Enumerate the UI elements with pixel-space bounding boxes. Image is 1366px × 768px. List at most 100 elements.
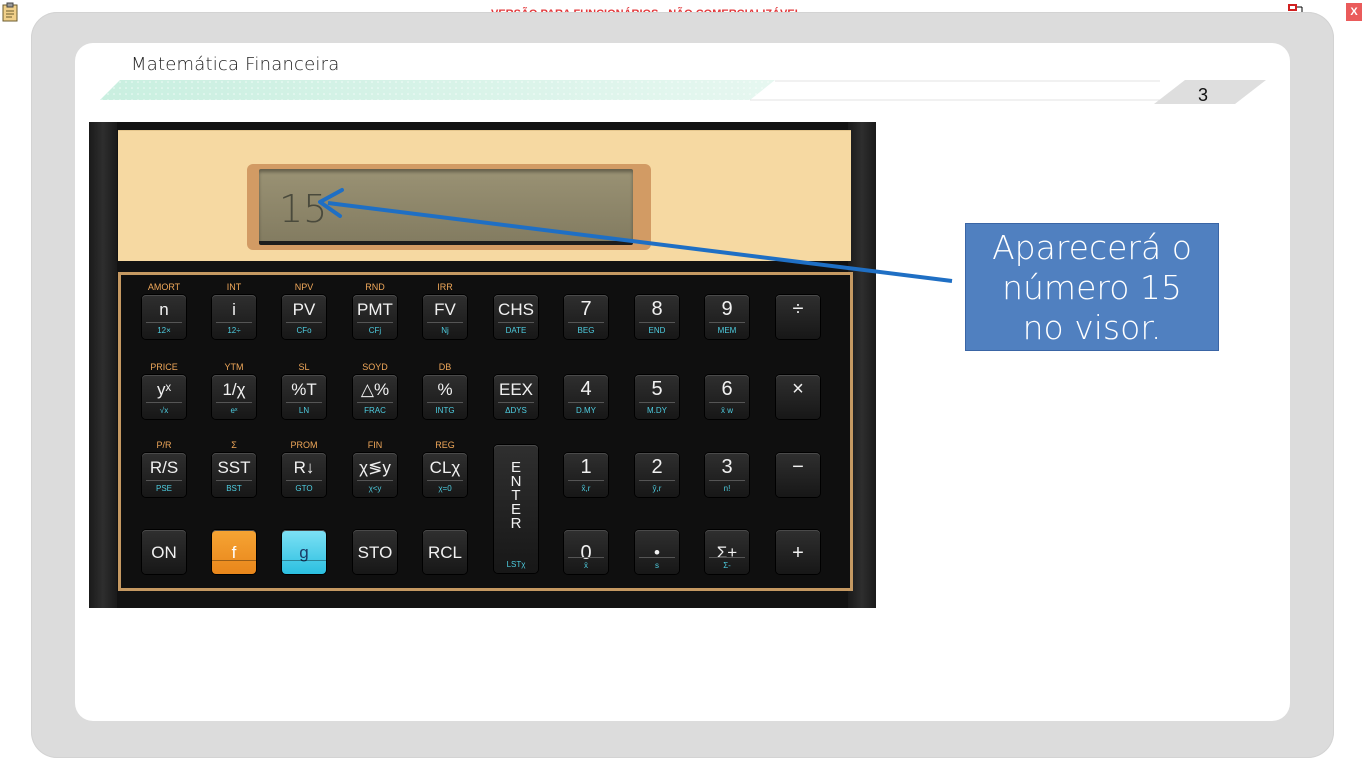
key-fv-divider xyxy=(427,322,463,323)
key-reciprocal-blue-label: eˣ xyxy=(230,406,238,415)
calculator-display: 15 xyxy=(259,169,633,245)
key-f[interactable]: f xyxy=(212,530,256,574)
key-chs-divider xyxy=(498,322,534,323)
key-delta-percent[interactable]: △% FRAC xyxy=(353,375,397,419)
key-subtract[interactable]: − xyxy=(776,453,820,497)
key-i-gold-label: INT xyxy=(226,282,242,292)
key-i-blue-label: 12÷ xyxy=(227,326,241,335)
key-9-label: 9 xyxy=(721,298,733,320)
key-8[interactable]: 8 END xyxy=(635,295,679,339)
key-percent-divider xyxy=(427,402,463,403)
key-8-blue-label: END xyxy=(648,326,666,335)
key-sst[interactable]: SST BST xyxy=(212,453,256,497)
key-add[interactable]: + xyxy=(776,530,820,574)
key-pmt-divider xyxy=(357,322,393,323)
key-add-label: + xyxy=(792,542,804,564)
key-n-blue-label: 12× xyxy=(157,326,171,335)
key-pv-blue-label: CFo xyxy=(296,326,312,335)
key-4[interactable]: 4 D.MY xyxy=(564,375,608,419)
key-sto[interactable]: STO xyxy=(353,530,397,574)
key-n[interactable]: n 12× xyxy=(142,295,186,339)
key-0-divider xyxy=(568,557,604,558)
key-percent[interactable]: % INTG xyxy=(423,375,467,419)
key-roll-down-divider xyxy=(286,480,322,481)
key-percent-total-divider xyxy=(286,402,322,403)
key-9[interactable]: 9 MEM xyxy=(705,295,749,339)
title-stripe xyxy=(100,80,1266,104)
key-multiply[interactable]: × xyxy=(776,375,820,419)
key-percent-total-label: %T xyxy=(291,380,317,399)
key-4-blue-label: D.MY xyxy=(576,406,596,415)
key-reciprocal-gold-label: YTM xyxy=(224,362,244,372)
close-button[interactable]: X xyxy=(1346,3,1362,21)
key-3[interactable]: 3 n! xyxy=(705,453,749,497)
key-roll-down-blue-label: GTO xyxy=(295,484,313,493)
key-sigma-plus[interactable]: Σ+ Σ- xyxy=(705,530,749,574)
calculator-top-panel: 15 xyxy=(118,130,851,261)
key-n-divider xyxy=(146,322,182,323)
key-divide[interactable]: ÷ xyxy=(776,295,820,339)
key-run-stop-label: R/S xyxy=(149,458,179,477)
key-fv-label: FV xyxy=(434,300,456,319)
key-1[interactable]: 1 x̂,r xyxy=(564,453,608,497)
key-5-blue-label: M.DY xyxy=(647,406,667,415)
key-clear-x[interactable]: CLχ χ=0 xyxy=(423,453,467,497)
key-run-stop-blue-label: PSE xyxy=(155,484,172,493)
key-run-stop-divider xyxy=(146,480,182,481)
key-clear-x-label: CLχ xyxy=(429,458,461,477)
key-5[interactable]: 5 M.DY xyxy=(635,375,679,419)
key-fv[interactable]: FV Nj xyxy=(423,295,467,339)
key-2-blue-label: ŷ,r xyxy=(652,484,662,493)
key-7[interactable]: 7 BEG xyxy=(564,295,608,339)
key-n-label: n xyxy=(159,300,169,319)
key-4-divider xyxy=(568,402,604,403)
enter-key[interactable]: E N T E R LSTχ xyxy=(494,445,538,573)
key-reciprocal[interactable]: 1/χ eˣ xyxy=(212,375,256,419)
key-run-stop-gold-label: P/R xyxy=(156,440,172,450)
key-pmt-blue-label: CFj xyxy=(368,326,382,335)
key-7-blue-label: BEG xyxy=(577,326,595,335)
key-swap-xy-divider xyxy=(357,480,393,481)
key-clear-x-gold-label: REG xyxy=(435,440,455,450)
calculator-left-edge xyxy=(89,122,117,608)
key-0[interactable]: 0 x̄ xyxy=(564,530,608,574)
key-on[interactable]: ON xyxy=(142,530,186,574)
key-eex[interactable]: EEX ΔDYS xyxy=(494,375,538,419)
key-7-label: 7 xyxy=(580,298,592,320)
key-1-label: 1 xyxy=(580,456,592,478)
key-y-power-x[interactable]: yˣ √x xyxy=(142,375,186,419)
key-chs-label: CHS xyxy=(498,300,534,319)
key-pmt[interactable]: PMT CFj xyxy=(353,295,397,339)
key-roll-down-gold-label: PROM xyxy=(290,440,318,450)
key-decimal[interactable]: • s xyxy=(635,530,679,574)
key-swap-xy[interactable]: χ≶y χ<y xyxy=(353,453,397,497)
display-value: 15 xyxy=(279,187,328,231)
key-0-blue-label: x̄ xyxy=(584,561,588,570)
hp12c-calculator: 15 n 12× AMORT i 12÷ INT PV CFo NPV PMT CFj RND FV Nj… xyxy=(89,122,876,608)
key-6[interactable]: 6 x̄ w xyxy=(705,375,749,419)
key-1-blue-label: x̂,r xyxy=(581,484,591,493)
clipboard-icon[interactable] xyxy=(2,2,18,22)
key-run-stop[interactable]: R/S PSE xyxy=(142,453,186,497)
key-f-divider xyxy=(212,560,256,561)
key-y-power-x-blue-label: √x xyxy=(159,406,169,415)
key-g[interactable]: g xyxy=(282,530,326,574)
key-sigma-plus-blue-label: Σ- xyxy=(723,561,731,570)
key-percent-total[interactable]: %T LN xyxy=(282,375,326,419)
key-percent-blue-label: INTG xyxy=(435,406,455,415)
key-divide-label: ÷ xyxy=(792,298,804,320)
key-8-divider xyxy=(639,322,675,323)
key-g-divider xyxy=(282,560,326,561)
key-percent-gold-label: DB xyxy=(438,362,452,372)
key-chs[interactable]: CHS DATE xyxy=(494,295,538,339)
key-2[interactable]: 2 ŷ,r xyxy=(635,453,679,497)
key-rcl[interactable]: RCL xyxy=(423,530,467,574)
key-roll-down[interactable]: R↓ GTO xyxy=(282,453,326,497)
key-sst-blue-label: BST xyxy=(226,484,242,493)
key-sst-divider xyxy=(216,480,252,481)
key-pv[interactable]: PV CFo xyxy=(282,295,326,339)
key-percent-total-blue-label: LN xyxy=(298,406,310,415)
key-decimal-blue-label: s xyxy=(655,561,659,570)
key-i[interactable]: i 12÷ xyxy=(212,295,256,339)
key-1-divider xyxy=(568,480,604,481)
